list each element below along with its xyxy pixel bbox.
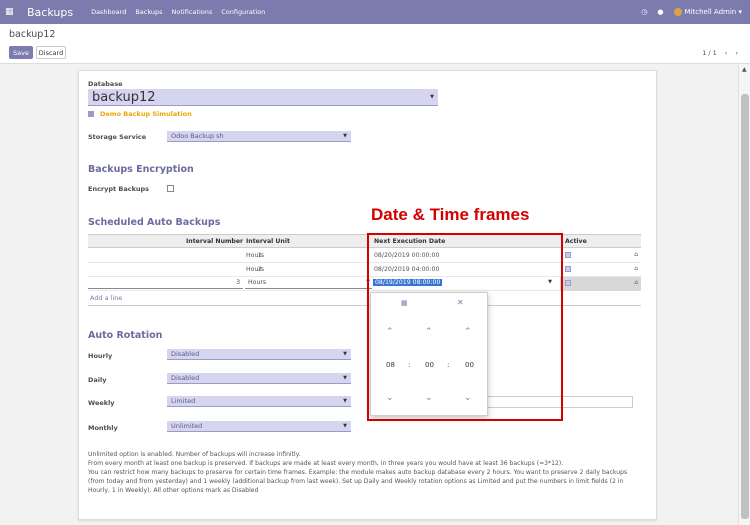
save-button[interactable]: Save [9, 46, 33, 59]
rotation-heading: Auto Rotation [88, 330, 163, 341]
active-checkbox[interactable] [565, 266, 571, 272]
breadcrumb: backup12 [9, 29, 56, 40]
pager-value: 1 / 1 [702, 49, 717, 57]
pager-next-icon[interactable]: › [735, 49, 738, 57]
rotation-weekly-value: Limited [171, 397, 196, 405]
rotation-daily-select[interactable]: Disabled ▼ [167, 373, 351, 384]
demo-checkbox[interactable] [88, 111, 94, 117]
menu-notifications[interactable]: Notifications [172, 8, 213, 16]
add-line-link[interactable]: Add a line [90, 294, 122, 302]
rotation-hourly-value: Disabled [171, 350, 200, 358]
encrypt-label: Encrypt Backups [88, 185, 150, 193]
app-title: Backups [27, 5, 74, 19]
database-value: backup12 [92, 89, 156, 105]
row-unit: Hours [246, 266, 265, 273]
pager: 1 / 1 ‹ › [702, 49, 738, 57]
user-name: Mitchell Admin [684, 8, 737, 16]
navbar-systray: ◷ ● Mitchell Admin ▾ [641, 0, 742, 24]
rotation-monthly-select[interactable]: Unlimited ▼ [167, 421, 351, 432]
row-unit: Hours [248, 279, 267, 286]
scheduled-heading: Scheduled Auto Backups [88, 217, 221, 228]
pager-prev-icon[interactable]: ‹ [725, 49, 728, 57]
scroll-thumb[interactable] [741, 94, 749, 519]
annotation-box [367, 233, 563, 421]
interval-unit-select[interactable]: Hours ▼ [245, 279, 372, 289]
rotation-monthly-label: Monthly [88, 424, 118, 432]
storage-value: Odoo Backup sh [171, 132, 224, 140]
rotation-daily-value: Disabled [171, 374, 200, 382]
control-panel: backup12 Save Discard 1 / 1 ‹ › [0, 24, 750, 64]
row-number: 3 [236, 279, 240, 286]
encryption-heading: Backups Encryption [88, 164, 194, 175]
storage-select[interactable]: Odoo Backup sh ▼ [167, 131, 351, 142]
rotation-weekly-label: Weekly [88, 399, 115, 407]
chevron-down-icon: ▼ [343, 133, 347, 139]
col-active[interactable]: Active [565, 238, 587, 245]
scrollbar[interactable]: ▲ [738, 64, 750, 525]
demo-label: Demo Backup Simulation [100, 110, 192, 118]
rotation-help-text: Unlimited option is enabled. Number of b… [88, 451, 628, 494]
activity-icon[interactable]: ◷ [641, 8, 647, 16]
avatar [673, 8, 682, 16]
database-select[interactable]: backup12 ▼ [88, 89, 438, 106]
active-checkbox[interactable] [565, 280, 571, 286]
trash-icon[interactable]: ⌂ [634, 265, 638, 272]
encrypt-checkbox[interactable] [167, 185, 174, 192]
main-menu: Dashboard Backups Notifications Configur… [91, 8, 265, 16]
chevron-down-icon: ▼ [430, 94, 434, 100]
col-interval-number[interactable]: Interval Number [186, 238, 243, 245]
discard-button[interactable]: Discard [36, 46, 66, 59]
storage-label: Storage Service [88, 133, 147, 141]
rotation-weekly-select[interactable]: Limited ▼ [167, 396, 351, 407]
active-checkbox[interactable] [565, 252, 571, 258]
menu-dashboard[interactable]: Dashboard [91, 8, 126, 16]
database-label: Database [88, 80, 123, 88]
rotation-hourly-select[interactable]: Disabled ▼ [167, 349, 351, 360]
top-navbar: ▦ Backups Dashboard Backups Notification… [0, 0, 750, 24]
menu-configuration[interactable]: Configuration [221, 8, 265, 16]
col-interval-unit[interactable]: Interval Unit [246, 238, 290, 245]
chevron-down-icon: ▼ [343, 398, 347, 404]
annotation-title: Date & Time frames [371, 205, 530, 224]
chevron-down-icon: ▼ [343, 351, 347, 357]
chat-icon[interactable]: ● [657, 8, 663, 16]
trash-icon[interactable]: ⌂ [634, 251, 638, 258]
row-edit-bg [560, 277, 641, 291]
apps-menu-icon[interactable]: ▦ [5, 7, 21, 17]
rotation-monthly-value: Unlimited [171, 422, 203, 430]
rotation-hourly-label: Hourly [88, 352, 113, 360]
chevron-down-icon: ▼ [343, 375, 347, 381]
menu-backups[interactable]: Backups [135, 8, 162, 16]
row-unit: Hours [246, 252, 265, 259]
rotation-daily-label: Daily [88, 376, 107, 384]
chevron-down-icon: ▼ [343, 423, 347, 429]
interval-number-input[interactable]: 3 [88, 279, 243, 289]
scroll-up-icon[interactable]: ▲ [742, 66, 747, 73]
user-menu[interactable]: Mitchell Admin ▾ [673, 8, 742, 16]
trash-icon[interactable]: ⌂ [634, 279, 638, 286]
